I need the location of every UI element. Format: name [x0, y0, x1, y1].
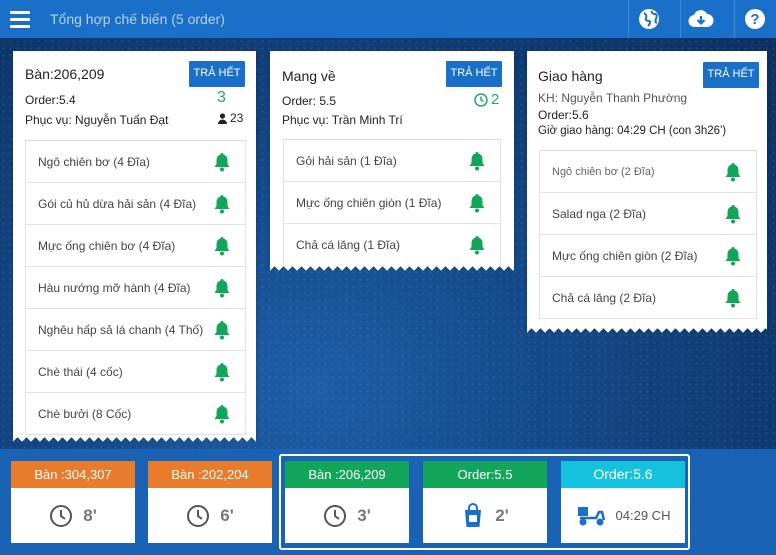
server-name: Phục vụ: Nguyễn Tuấn Đạt — [25, 113, 169, 127]
cloud-download-icon[interactable] — [680, 0, 720, 38]
wait-time: 2 — [474, 91, 499, 108]
bell-icon[interactable] — [213, 194, 231, 214]
order-card-takeaway: Mang về TRẢ HẾT Order: 5.5 2 Phục vụ: Tr… — [270, 51, 514, 272]
bell-icon[interactable] — [468, 193, 486, 213]
item-list: Ngô chiên bơ (4 Đĩa) Gói củ hủ dừa hải s… — [25, 140, 246, 435]
bell-icon[interactable] — [213, 278, 231, 298]
mini-title: Order:5.6 — [561, 461, 685, 488]
mini-value: 6' — [220, 505, 234, 525]
item-name: Chè bưởi (8 Cốc) — [38, 406, 132, 421]
person-icon — [218, 112, 227, 124]
mini-order-card[interactable]: Order:5.5 2' — [423, 461, 547, 543]
item-list: Gỏi hải sản (1 Đĩa) Mực ống chiên giòn (… — [283, 139, 501, 266]
item-name: Chè thái (4 cốc) — [38, 364, 123, 379]
bell-icon[interactable] — [468, 235, 486, 255]
item-name: Chả cá lăng (1 Đĩa) — [296, 237, 401, 252]
clock-icon — [50, 504, 73, 527]
mini-value: 3' — [357, 505, 371, 525]
item-name: Salad nga (2 Đĩa) — [552, 206, 647, 221]
item-name: Gỏi hải sản (1 Đĩa) — [296, 153, 397, 168]
item-name: Mực ống chiên bơ (4 Đĩa) — [38, 238, 176, 253]
clock-icon — [474, 92, 488, 107]
order-number: Order:5.6 — [538, 108, 589, 122]
card-title: Bàn:206,209 — [25, 66, 105, 82]
clock-icon — [187, 504, 210, 527]
item-list: Ngô chiên bơ (2 Đĩa) Salad nga (2 Đĩa) M… — [539, 150, 757, 319]
card-title: Giao hàng — [538, 68, 603, 84]
delivery-time: Giờ giao hàng: 04:29 CH (con 3h26') — [538, 125, 727, 137]
list-item[interactable]: Mực ống chiên bơ (4 Đĩa) — [25, 225, 246, 267]
item-name: Mực ống chiên giòn (1 Đĩa) — [296, 195, 442, 210]
item-name: Nghêu hấp sả lá chanh (4 Thố) — [38, 322, 204, 337]
globe-icon[interactable] — [628, 0, 668, 38]
bell-icon[interactable] — [724, 162, 742, 182]
mini-value: 8' — [83, 505, 97, 525]
help-icon[interactable]: ? — [734, 0, 774, 38]
mini-title: Bàn :206,209 — [285, 461, 409, 488]
count-value: 2 — [491, 91, 500, 108]
item-name: Mực ống chiên giòn (2 Đĩa) — [552, 248, 698, 263]
mini-title: Bàn :304,307 — [11, 461, 135, 488]
mini-title: Order:5.5 — [423, 461, 547, 488]
list-item[interactable]: Mực ống chiên giòn (1 Đĩa) — [283, 182, 501, 224]
bell-icon[interactable] — [213, 236, 231, 256]
item-name: Gói củ hủ dừa hải sản (4 Đĩa) — [38, 196, 197, 211]
order-card-delivery: Giao hàng TRẢ HẾT KH: Nguyễn Thanh Phườn… — [527, 51, 767, 334]
mini-order-card[interactable]: Bàn :202,204 6' — [148, 461, 272, 543]
hamburger-menu-icon[interactable] — [0, 0, 40, 38]
guest-count-value: 23 — [230, 111, 244, 125]
item-name: Chả cá lăng (2 Đĩa) — [552, 290, 657, 305]
server-name: Phục vụ: Trần Minh Trí — [282, 113, 403, 127]
bell-icon[interactable] — [213, 320, 231, 340]
item-name: Ngô chiên bơ (4 Đĩa) — [38, 154, 150, 169]
list-item[interactable]: Mực ống chiên giòn (2 Đĩa) — [539, 235, 757, 277]
list-item[interactable]: Hàu nướng mỡ hành (4 Đĩa) — [25, 267, 246, 309]
card-title: Mang về — [282, 68, 336, 84]
order-number: Order:5.4 — [25, 93, 76, 107]
mini-title: Bàn :202,204 — [148, 461, 272, 488]
return-all-button[interactable]: TRẢ HẾT — [703, 62, 759, 88]
mini-value: 2' — [495, 505, 509, 525]
bell-icon[interactable] — [724, 204, 742, 224]
list-item[interactable]: Chè thái (4 cốc) — [25, 351, 246, 393]
list-item[interactable]: Ngô chiên bơ (2 Đĩa) — [539, 151, 757, 193]
guest-count: 23 — [218, 111, 243, 125]
return-all-button[interactable]: TRẢ HẾT — [446, 61, 502, 87]
item-name: Hàu nướng mỡ hành (4 Đĩa) — [38, 280, 191, 295]
svg-text:?: ? — [750, 11, 759, 28]
customer-name: KH: Nguyễn Thanh Phường — [538, 91, 688, 105]
mini-order-card[interactable]: Bàn :206,209 3' — [285, 461, 409, 543]
bell-icon[interactable] — [213, 362, 231, 382]
clock-icon — [324, 504, 347, 527]
mini-value: 04:29 CH — [615, 508, 671, 523]
list-item[interactable]: Chè bưởi (8 Cốc) — [25, 393, 246, 435]
return-all-button[interactable]: TRẢ HẾT — [189, 61, 245, 87]
item-count: 3 — [217, 89, 226, 106]
list-item[interactable]: Salad nga (2 Đĩa) — [539, 193, 757, 235]
list-item[interactable]: Chả cá lăng (1 Đĩa) — [283, 224, 501, 266]
list-item[interactable]: Nghêu hấp sả lá chanh (4 Thố) — [25, 309, 246, 351]
page-title: Tổng hợp chế biến (5 order) — [50, 11, 225, 27]
order-number: Order: 5.5 — [282, 94, 337, 108]
list-item[interactable]: Gói củ hủ dừa hải sản (4 Đĩa) — [25, 183, 246, 225]
bell-icon[interactable] — [213, 404, 231, 424]
list-item[interactable]: Ngô chiên bơ (4 Đĩa) — [25, 141, 246, 183]
bell-icon[interactable] — [724, 246, 742, 266]
bell-icon[interactable] — [468, 151, 486, 171]
mini-order-card[interactable]: Order:5.6 04:29 CH — [561, 461, 685, 543]
bell-icon[interactable] — [724, 288, 742, 308]
list-item[interactable]: Chả cá lăng (2 Đĩa) — [539, 277, 757, 319]
takeaway-bag-icon — [465, 502, 482, 527]
order-card-table: Bàn:206,209 TRẢ HẾT Order:5.4 3 Phục vụ:… — [13, 51, 256, 443]
delivery-scooter-icon — [577, 506, 605, 525]
bell-icon[interactable] — [213, 152, 231, 172]
list-item[interactable]: Gỏi hải sản (1 Đĩa) — [283, 140, 501, 182]
mini-order-card[interactable]: Bàn :304,307 8' — [11, 461, 135, 543]
item-name: Ngô chiên bơ (2 Đĩa) — [552, 165, 655, 178]
